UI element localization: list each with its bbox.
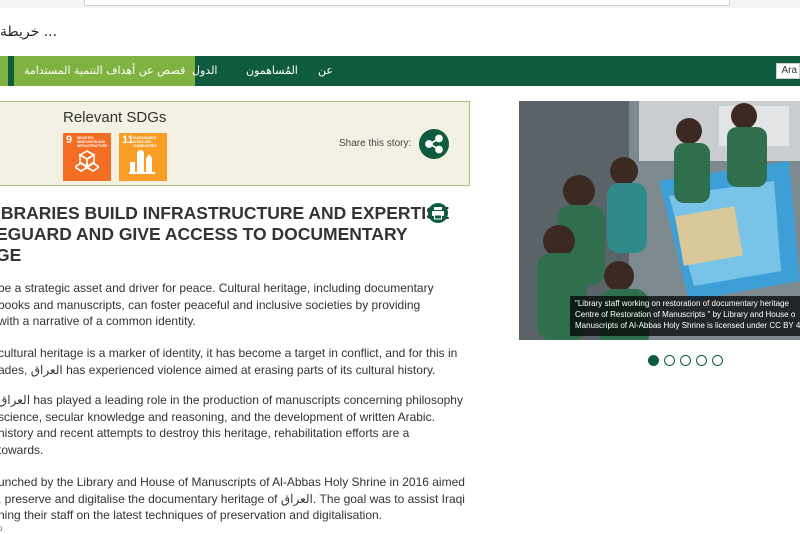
carousel-dot[interactable] bbox=[712, 355, 723, 366]
nav-item-sdg-stories[interactable]: قصص عن أهداف التنمية المستدامة bbox=[14, 56, 196, 86]
paragraph-line: unched by the Library and House of Manus… bbox=[0, 475, 465, 489]
paragraph-line: cultural heritage is a marker of identit… bbox=[0, 346, 458, 360]
sdg-9-text: INDUSTRY, INNOVATION AND INFRASTRUCTURE bbox=[77, 136, 108, 148]
site-search-bar[interactable] bbox=[84, 0, 730, 6]
article-title-line: EGUARD AND GIVE ACCESS TO DOCUMENTARY bbox=[0, 224, 408, 244]
article-paragraph: unched by the Library and House of Manus… bbox=[0, 474, 465, 524]
main-navbar: قصص عن أهداف التنمية المستدامة الدول الم… bbox=[0, 56, 800, 86]
sdg-11-number: 11 bbox=[122, 134, 134, 146]
nav-item-about[interactable]: عن bbox=[318, 56, 333, 86]
article-title-line: GE bbox=[0, 245, 22, 265]
article-paragraph: be a strategic asset and driver for peac… bbox=[0, 280, 434, 330]
paragraph-line: ning their staff on the latest technique… bbox=[0, 508, 383, 522]
paragraph-line: towards. bbox=[0, 442, 44, 457]
relevant-sdgs-panel: Relevant SDGs 9 INDUSTRY, INNOVATION AND… bbox=[0, 101, 470, 186]
article-paragraph: العراق has played a leading role in the … bbox=[0, 392, 463, 458]
sdg-9-number: 9 bbox=[66, 134, 73, 146]
paragraph-line: ades, العراق has experienced violence ai… bbox=[0, 362, 436, 377]
caption-line: Manuscripts of Al-Abbas Holy Shrine is l… bbox=[575, 321, 800, 330]
share-story-label: Share this story: bbox=[339, 138, 412, 149]
carousel-dot[interactable] bbox=[696, 355, 707, 366]
site-brand[interactable]: خريطة ... bbox=[0, 24, 57, 40]
carousel-dot[interactable] bbox=[664, 355, 675, 366]
caption-line: Centre of Restoration of Manuscripts " b… bbox=[575, 310, 796, 319]
sdg-9-tile[interactable]: 9 INDUSTRY, INNOVATION AND INFRASTRUCTUR… bbox=[63, 133, 111, 181]
caption-line: "Library staff working on restoration of… bbox=[575, 299, 789, 308]
article-title: IBRARIES BUILD INFRASTRUCTURE AND EXPERT… bbox=[0, 203, 449, 266]
paragraph-line: be a strategic asset and driver for peac… bbox=[0, 281, 434, 295]
share-icon bbox=[425, 134, 443, 154]
paragraph-line: history and recent attempts to destroy t… bbox=[0, 426, 410, 440]
photo-caption: "Library staff working on restoration of… bbox=[570, 296, 800, 336]
city-buildings-icon bbox=[129, 150, 155, 174]
print-button[interactable] bbox=[428, 203, 448, 223]
carousel-dot[interactable] bbox=[648, 355, 659, 366]
cube-icon bbox=[75, 150, 99, 172]
sdg-11-text: SUSTAINABLE CITIES AND COMMUNITIES bbox=[133, 136, 157, 148]
nav-left-accent bbox=[0, 56, 8, 86]
paragraph-line: with a narrative of a common identity. bbox=[0, 314, 196, 328]
bottom-tag: p bbox=[0, 524, 3, 533]
relevant-sdgs-title: Relevant SDGs bbox=[63, 109, 167, 126]
sdg-11-tile[interactable]: 11 SUSTAINABLE CITIES AND COMMUNITIES bbox=[119, 133, 167, 181]
article-title-line: IBRARIES BUILD INFRASTRUCTURE AND EXPERT… bbox=[0, 203, 450, 223]
paragraph-line: science, secular knowledge and reasoning… bbox=[0, 409, 435, 424]
nav-item-contributors[interactable]: المُساهمون bbox=[246, 56, 298, 86]
paragraph-line: العراق has played a leading role in the … bbox=[0, 393, 463, 407]
language-select[interactable]: Ara bbox=[776, 63, 800, 79]
share-button[interactable] bbox=[419, 129, 449, 159]
paragraph-line: , preserve and digitalise the documentar… bbox=[0, 491, 465, 506]
nav-item-countries[interactable]: الدول bbox=[192, 56, 218, 86]
carousel-dot[interactable] bbox=[680, 355, 691, 366]
printer-icon bbox=[432, 207, 444, 220]
paragraph-line: books and manuscripts, can foster peacef… bbox=[0, 297, 421, 312]
article-paragraph: cultural heritage is a marker of identit… bbox=[0, 345, 457, 378]
